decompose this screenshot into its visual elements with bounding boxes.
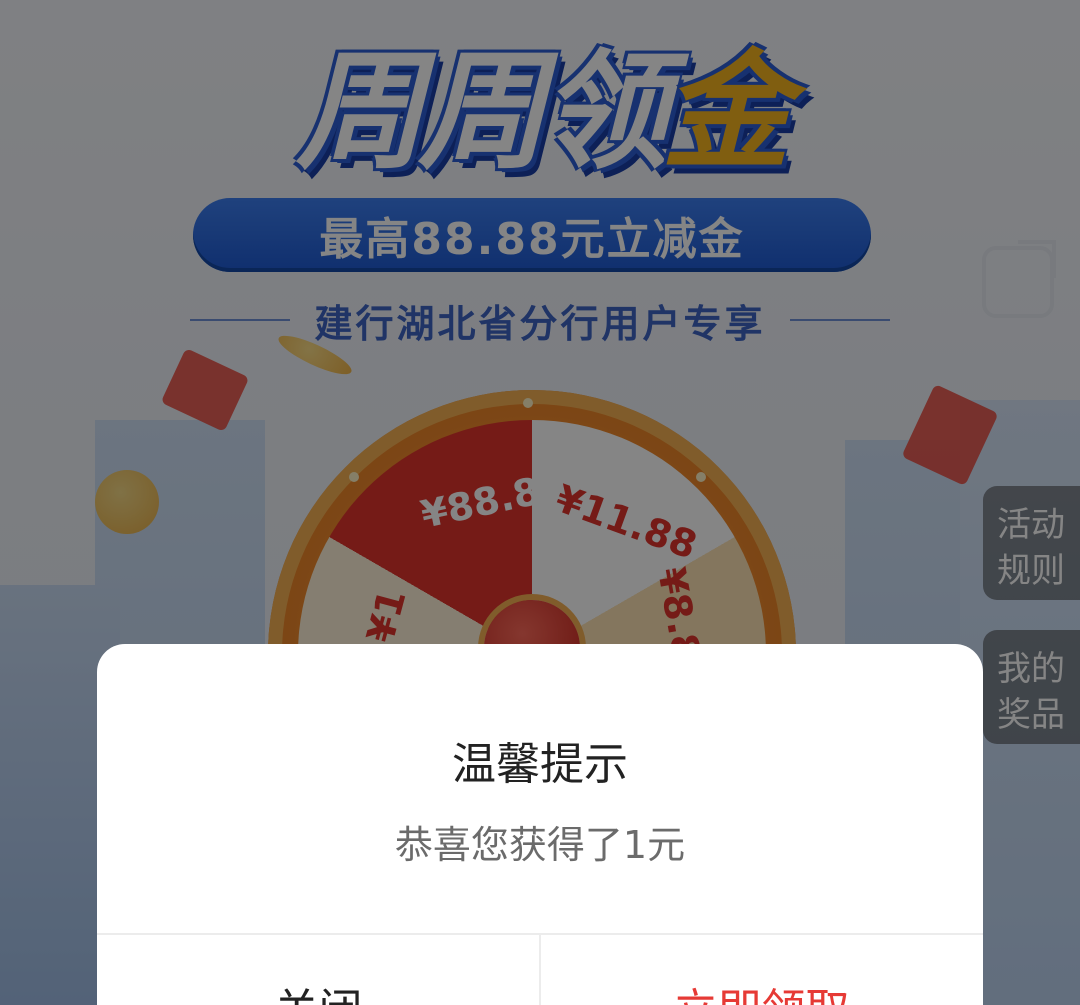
prize-dialog: 温馨提示 恭喜您获得了1元 关闭 立即领取 bbox=[97, 644, 983, 1005]
dialog-message: 恭喜您获得了1元 bbox=[394, 823, 686, 867]
claim-now-button[interactable]: 立即领取 bbox=[540, 974, 983, 1005]
dialog-title: 温馨提示 bbox=[452, 739, 628, 790]
close-button[interactable]: 关闭 bbox=[97, 974, 540, 1005]
